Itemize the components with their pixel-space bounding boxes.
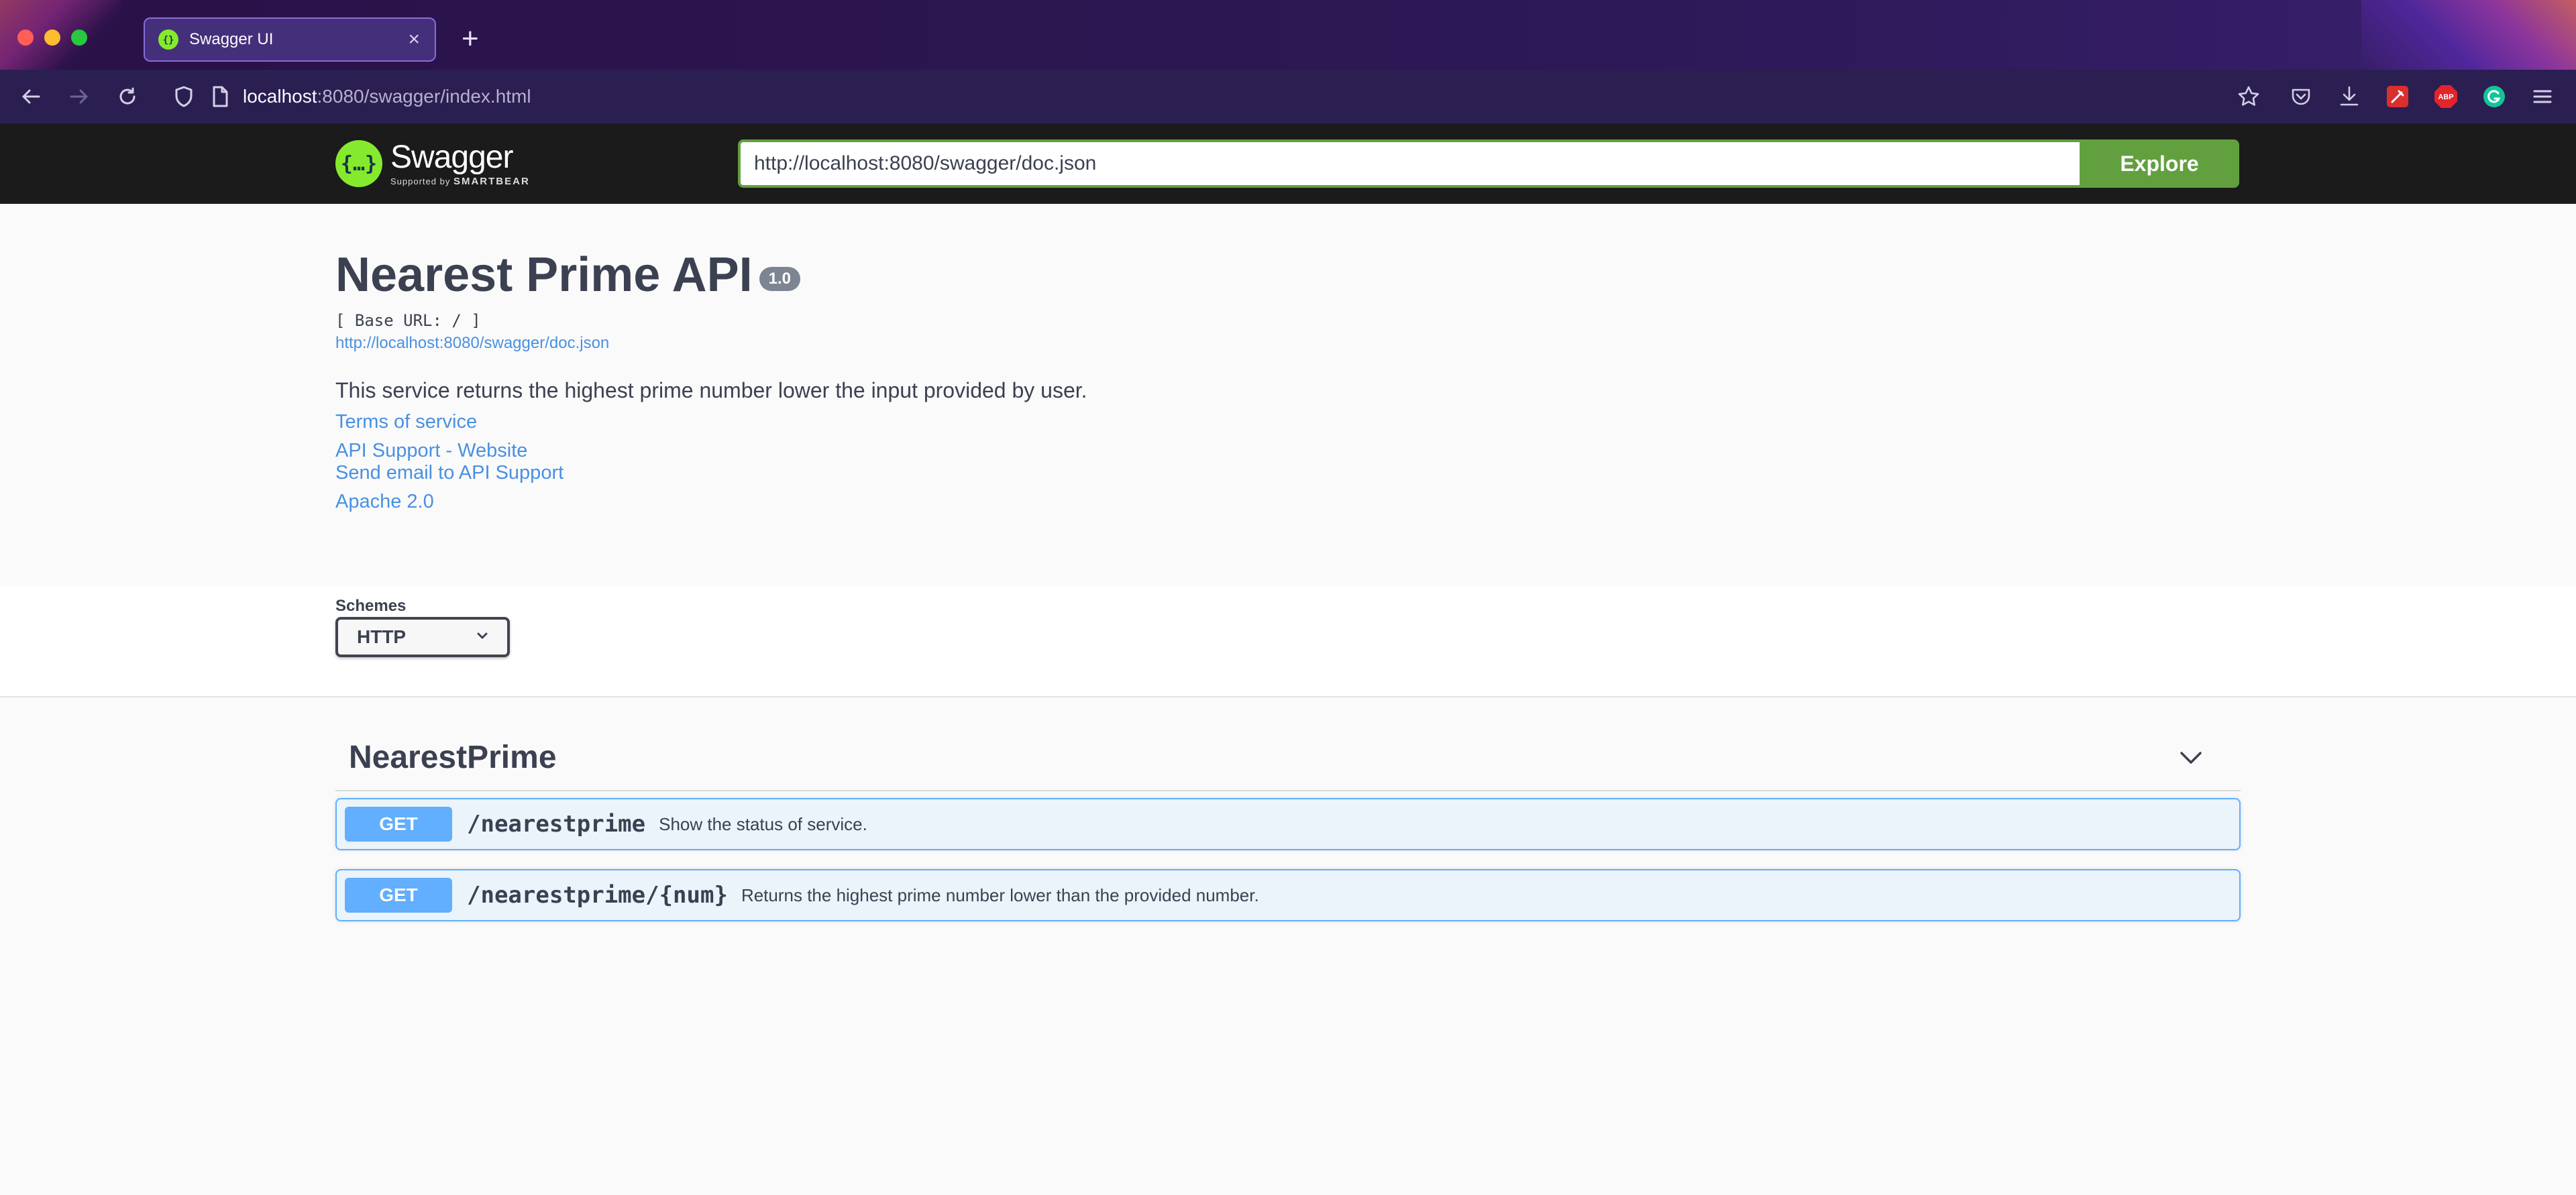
adblock-label: ABP xyxy=(2438,93,2453,101)
license-link[interactable]: Apache 2.0 xyxy=(335,491,2241,513)
chevron-down-icon xyxy=(475,626,490,648)
terms-of-service-link[interactable]: Terms of service xyxy=(335,411,2241,433)
operation-get-nearestprime-num[interactable]: GET /nearestprime/{num} Returns the high… xyxy=(335,869,2241,921)
explore-button[interactable]: Explore xyxy=(2080,139,2239,188)
operation-summary: Returns the highest prime number lower t… xyxy=(741,885,1259,905)
spec-url-input[interactable] xyxy=(738,139,2081,188)
download-icon[interactable] xyxy=(2334,82,2364,111)
grammarly-icon[interactable] xyxy=(2479,82,2509,111)
theme-decoration xyxy=(2361,0,2576,70)
tag-section-header[interactable]: NearestPrime xyxy=(335,727,2241,791)
operation-path: /nearestprime/{num} xyxy=(467,882,728,909)
tab-close-icon[interactable]: × xyxy=(408,28,420,51)
new-tab-button[interactable]: + xyxy=(462,20,479,58)
schemes-selected-value: HTTP xyxy=(357,626,407,647)
operation-path: /nearestprime xyxy=(467,811,646,838)
adblock-icon[interactable]: ABP xyxy=(2431,82,2461,111)
forward-icon[interactable] xyxy=(66,83,93,110)
method-badge: GET xyxy=(345,878,452,913)
shield-icon[interactable] xyxy=(170,83,197,110)
window-close-button[interactable] xyxy=(17,30,34,46)
extension-icon[interactable] xyxy=(2383,82,2412,111)
supported-by-label: Supported by xyxy=(390,176,451,186)
address-bar[interactable]: localhost:8080/swagger/index.html xyxy=(154,76,2288,117)
operation-summary: Show the status of service. xyxy=(659,813,867,834)
url-host: localhost xyxy=(243,86,317,107)
collapse-chevron-icon[interactable] xyxy=(2178,744,2204,771)
browser-tab[interactable]: {} Swagger UI × xyxy=(144,17,436,62)
back-icon[interactable] xyxy=(17,83,44,110)
swagger-favicon-icon: {} xyxy=(158,30,178,50)
browser-tab-bar: {} Swagger UI × + xyxy=(0,0,2576,70)
version-badge: 1.0 xyxy=(759,267,801,291)
method-badge: GET xyxy=(345,807,452,842)
spec-doc-link[interactable]: http://localhost:8080/swagger/doc.json xyxy=(335,334,2241,353)
reload-icon[interactable] xyxy=(114,83,141,110)
api-info: Nearest Prime API 1.0 [ Base URL: / ] ht… xyxy=(335,241,2241,513)
supported-by-text: Supported by SMARTBEAR xyxy=(390,176,530,187)
operation-get-nearestprime[interactable]: GET /nearestprime Show the status of ser… xyxy=(335,798,2241,850)
swagger-logo[interactable]: {…} Swagger Supported by SMARTBEAR xyxy=(335,137,530,190)
swagger-brand: Swagger xyxy=(390,139,513,175)
url-path: :8080/swagger/index.html xyxy=(317,86,531,107)
tag-name: NearestPrime xyxy=(349,740,557,775)
browser-nav-bar: localhost:8080/swagger/index.html ABP xyxy=(0,70,2576,123)
schemes-label: Schemes xyxy=(335,597,407,615)
api-support-website-link[interactable]: API Support - Website xyxy=(335,440,2241,462)
smartbear-label: SMARTBEAR xyxy=(453,175,530,187)
schemes-select[interactable]: HTTP xyxy=(335,617,510,657)
url-text[interactable]: localhost:8080/swagger/index.html xyxy=(243,86,531,107)
tab-title: Swagger UI xyxy=(189,30,274,48)
api-title: Nearest Prime API xyxy=(335,248,753,302)
menu-icon[interactable] xyxy=(2528,82,2557,111)
svg-text:{}: {} xyxy=(163,35,174,46)
swagger-logo-icon: {…} xyxy=(335,140,382,187)
bookmark-star-icon[interactable] xyxy=(2234,82,2263,111)
page-icon[interactable] xyxy=(207,83,233,110)
base-url: [ Base URL: / ] xyxy=(335,311,481,330)
window-minimize-button[interactable] xyxy=(44,30,60,46)
pocket-icon[interactable] xyxy=(2286,82,2316,111)
api-support-email-link[interactable]: Send email to API Support xyxy=(335,462,2241,484)
api-description: This service returns the highest prime n… xyxy=(335,378,1087,402)
window-zoom-button[interactable] xyxy=(71,30,87,46)
